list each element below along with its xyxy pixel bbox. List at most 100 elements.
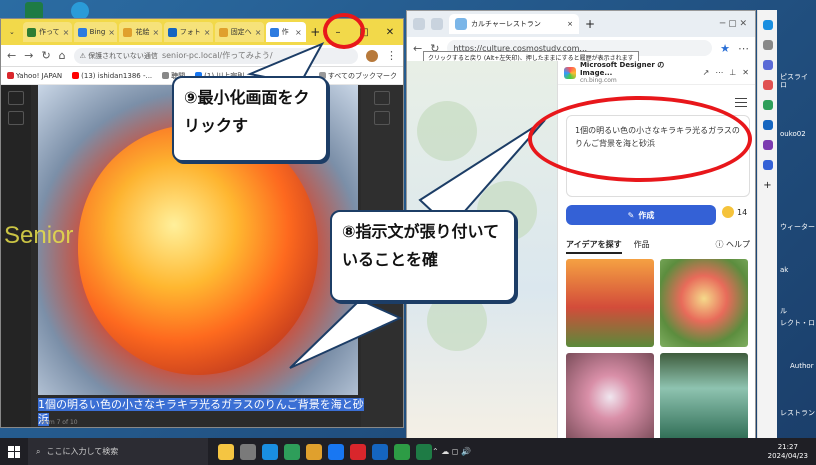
tab-2[interactable]: Bing × [73,22,118,42]
window-controls[interactable]: ─ ▢ ✕ [720,19,747,29]
search-icon[interactable] [762,40,773,50]
taskview-icon[interactable] [240,443,256,460]
excel-taskbar-icon[interactable] [416,443,432,460]
close-icon[interactable]: ✕ [742,68,749,77]
app-icon[interactable] [306,443,322,460]
onenote-icon[interactable] [762,140,773,150]
callout-step9: ⑨最小化画面をクリックす [172,76,328,162]
desktop-label[interactable]: ウィーター [780,222,815,232]
designer-header-buttons: ↗ ⋯ ⊥ ✕ [703,68,749,77]
taskbar-search-input[interactable]: ⌕ ここに入力して検索 [28,438,208,465]
new-tab-button[interactable]: + [585,17,595,31]
desktop-label[interactable]: ak [780,266,788,274]
idea-thumbnails [566,259,750,439]
desktop-label[interactable]: ロ [780,80,787,90]
pager-text: Item 7 of 10 [41,419,78,426]
taskbar-clock[interactable]: 21:27 2024/04/23 [768,443,808,461]
tab-3[interactable]: 花絵 × [119,22,162,42]
close-icon[interactable]: × [152,28,159,37]
line-icon[interactable] [284,443,300,460]
profile-avatar[interactable] [366,49,378,62]
help-link[interactable]: ⓘ ヘルプ [715,239,750,254]
designer-icon[interactable] [762,160,773,170]
toolbar-button[interactable] [8,91,24,105]
tab-6-active[interactable]: 作 × [265,22,306,42]
edge-right-sidebar: + [757,10,777,438]
highlight-ring-prompt [528,96,752,182]
desktop-label[interactable]: ル [780,306,787,316]
pin-icon[interactable]: ⊥ [729,68,736,77]
image-caption: 1個の明るい色の小さなキラキラ光るガラスのりんご背景を海と砂浜 [38,398,364,426]
thumbnail-butterfly[interactable] [566,353,654,439]
thumbnail-tulip-field[interactable] [566,259,654,347]
outlook-icon[interactable] [762,120,773,130]
tab-5[interactable]: 固定ヘ × [214,22,264,42]
menu-icon[interactable]: ⋯ [738,42,749,55]
boost-coin-icon [722,206,734,218]
edge-taskbar-icon[interactable] [262,443,278,460]
thumbnail-waterfall[interactable] [660,353,748,439]
close-icon[interactable]: × [108,28,115,37]
home-icon[interactable]: ⌂ [59,49,66,62]
left-toolbar [1,85,31,427]
more-icon[interactable]: ⋯ [715,68,723,77]
tab-explore-ideas[interactable]: アイデアを探す [566,239,622,254]
edge-active-tab[interactable]: カルチャーレストラン × [449,14,579,34]
favorite-star-icon[interactable]: ★ [720,42,730,55]
close-icon[interactable]: × [295,28,302,37]
toolbar-button[interactable] [8,111,24,125]
open-in-new-icon[interactable]: ↗ [703,68,710,77]
copilot-icon[interactable] [762,20,773,30]
tab-creations[interactable]: 作品 [634,239,650,254]
tabs-icon[interactable] [431,18,443,30]
senior-logo: Senior [4,222,74,249]
desktop-label[interactable]: Author [790,362,814,370]
designer-header: Microsoft Designer の Image... cn.bing.co… [558,61,755,85]
address-input[interactable]: ⚠ 保護されていない通信 senior-pc.local/作ってみよう/ [73,47,358,64]
explorer-icon[interactable] [218,443,234,460]
desktop-label[interactable]: レストラン [780,408,815,418]
bookmark-youtube[interactable]: (13) ishidan1386 -... [72,72,152,80]
create-button[interactable]: ✎ 作成 [566,205,716,225]
games-icon[interactable] [762,80,773,90]
all-bookmarks[interactable]: すべてのブックマーク [318,71,397,81]
bookmark-yahoo[interactable]: Yahoo! JAPAN [7,72,62,80]
forward-icon[interactable]: → [24,49,33,62]
designer-tabs: アイデアを探す 作品 ⓘ ヘルプ [566,239,750,254]
start-button[interactable] [0,438,28,465]
close-icon[interactable]: × [63,28,70,37]
url-text: senior-pc.local/作ってみよう/ [161,51,273,60]
menu-icon[interactable]: ⋮ [386,49,397,62]
add-icon[interactable]: + [763,180,773,191]
tab-dropdown-button[interactable]: ⌄ [5,22,21,42]
tab-4[interactable]: フォト × [163,22,213,42]
close-button[interactable]: ✕ [377,19,403,45]
hamburger-menu-icon[interactable] [735,95,747,110]
facebook-icon[interactable] [328,443,344,460]
taskbar-apps [218,443,432,460]
thumbnail-picnic-basket[interactable] [660,259,748,347]
new-tab-button[interactable]: + [308,25,323,39]
designer-logo-icon [564,66,576,79]
toolbar-button[interactable] [374,91,390,105]
desktop-label[interactable]: ouko02 [780,130,806,138]
tab-1[interactable]: 作って × [23,22,72,42]
system-tray-icons[interactable]: ⌃ ☁ ◻ 🔊 [432,447,471,456]
back-icon[interactable]: ← [7,49,16,62]
boost-counter: 14 [722,206,747,218]
app-icon[interactable] [372,443,388,460]
reload-icon[interactable]: ↻ [41,49,50,62]
close-icon[interactable]: × [255,28,262,37]
close-icon[interactable]: × [567,20,573,28]
back-icon[interactable]: ← [413,42,422,55]
chrome-taskbar-icon[interactable] [394,443,410,460]
callout-step8: ⑧指示文が張り付いていることを確 [330,210,516,302]
toolbar-button[interactable] [374,111,390,125]
desktop-label[interactable]: レクト・ロ [780,318,815,328]
app-icon[interactable] [350,443,366,460]
workspace-icon[interactable] [413,18,425,30]
edge-tab-bar: カルチャーレストラン × + ─ ▢ ✕ [407,11,755,37]
close-icon[interactable]: × [204,28,211,37]
tools-icon[interactable] [762,60,773,70]
apps-icon[interactable] [762,100,773,110]
